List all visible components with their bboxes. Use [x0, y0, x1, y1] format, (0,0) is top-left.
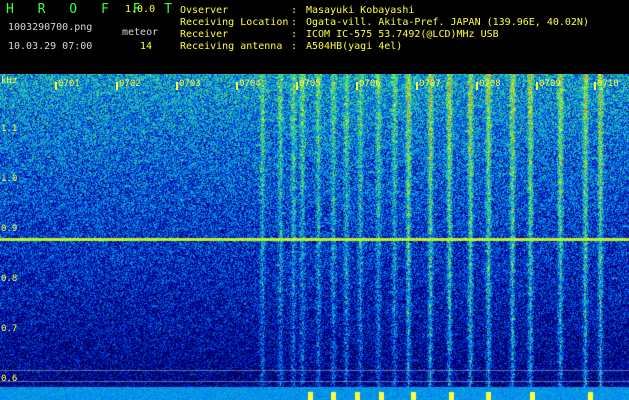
- location-value: Ogata-vill. Akita-Pref. JAPAN (139.96E, …: [306, 17, 589, 28]
- observer-value: Masayuki Kobayashi: [306, 5, 415, 16]
- file-name: 1003290700.png: [8, 22, 93, 33]
- time-tick-label: 0701: [58, 79, 80, 89]
- antenna-key: Receiving antenna: [180, 41, 283, 52]
- time-tick-mark: [55, 82, 57, 90]
- time-tick-label: 0703: [179, 79, 201, 89]
- time-tick-label: 0710: [597, 79, 619, 89]
- time-tick-mark: [296, 82, 298, 90]
- y-tick-label: 0.8: [1, 274, 18, 284]
- meteor-label: meteor: [122, 27, 159, 38]
- time-tick-label: 0704: [239, 79, 261, 89]
- y-tick-label: 0.7: [1, 324, 18, 334]
- y-tick-label: 1.0: [1, 174, 18, 184]
- time-tick-mark: [236, 82, 238, 90]
- time-tick-mark: [356, 82, 358, 90]
- antenna-sep: :: [291, 41, 298, 52]
- location-sep: :: [291, 17, 298, 28]
- time-tick-label: 0707: [419, 79, 441, 89]
- time-tick-mark: [536, 82, 538, 90]
- meteor-count: 14: [140, 41, 153, 52]
- time-tick-label: 0706: [359, 79, 381, 89]
- time-tick-mark: [594, 82, 596, 90]
- y-tick-label: 0.9: [1, 224, 18, 234]
- receiver-key: Receiver: [180, 29, 229, 40]
- time-tick-label: 0702: [119, 79, 141, 89]
- observer-sep: :: [291, 5, 298, 16]
- time-tick-label: 0705: [299, 79, 321, 89]
- antenna-value: A504HB(yagi 4el): [306, 41, 403, 52]
- app-version: 1.0.0: [125, 4, 156, 15]
- y-tick-label: 1.1: [1, 124, 18, 134]
- location-key: Receiving Location: [180, 17, 289, 28]
- receiver-sep: :: [291, 29, 298, 40]
- observer-key: Ovserver: [180, 5, 229, 16]
- time-tick-label: 0709: [539, 79, 561, 89]
- time-tick-mark: [476, 82, 478, 90]
- time-tick-mark: [416, 82, 418, 90]
- receiver-value: ICOM IC-575 53.7492(@LCD)MHz USB: [306, 29, 499, 40]
- time-tick-mark: [116, 82, 118, 90]
- file-datetime: 10.03.29 07:00: [8, 41, 93, 52]
- spectrogram: [0, 74, 629, 400]
- y-unit-label: kHz: [1, 76, 18, 86]
- time-tick-label: 0708: [479, 79, 501, 89]
- y-tick-label: 0.6: [1, 374, 18, 384]
- time-tick-mark: [176, 82, 178, 90]
